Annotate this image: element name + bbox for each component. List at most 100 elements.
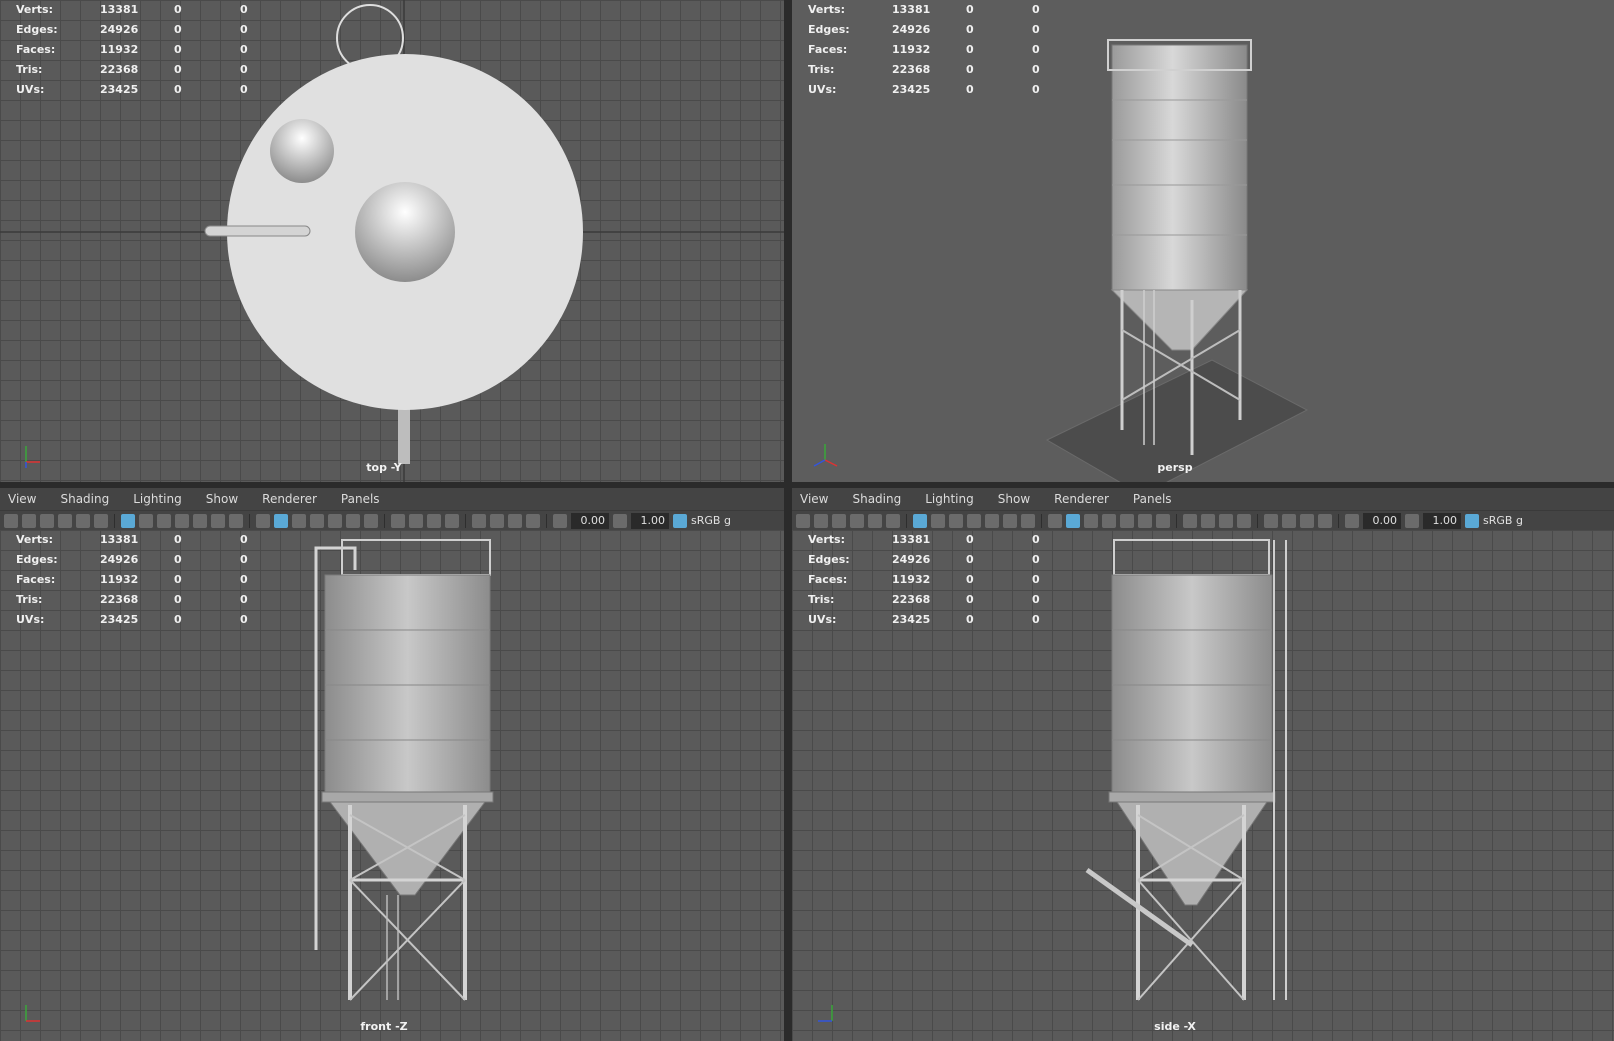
motion-blur-icon[interactable] (409, 513, 423, 528)
stat-value: 0 (174, 613, 182, 626)
menu-panels[interactable]: Panels (1131, 492, 1174, 506)
stat-row: Verts: 13381 0 0 (808, 530, 1072, 550)
gamma-icon[interactable] (613, 513, 627, 528)
safe-action-icon[interactable] (211, 513, 225, 528)
ambient-occlusion-icon[interactable] (391, 513, 405, 528)
gamma-field[interactable]: 1.00 (631, 512, 669, 529)
2d-pan-zoom-icon[interactable] (868, 513, 882, 528)
stat-value: 0 (240, 593, 248, 606)
2d-pan-zoom-icon[interactable] (76, 513, 90, 528)
xray-icon[interactable] (490, 513, 504, 528)
camera-attributes-icon[interactable] (814, 513, 828, 528)
exposure-icon[interactable] (1345, 513, 1359, 528)
wireframe-on-shaded-icon[interactable] (1102, 513, 1116, 528)
xray-joints-icon[interactable] (508, 513, 522, 528)
menu-lighting[interactable]: Lighting (131, 492, 184, 506)
stat-row: UVs: 23425 0 0 (808, 610, 1072, 630)
isolate-select-icon[interactable] (472, 513, 486, 528)
backface-culling-icon[interactable] (1318, 513, 1332, 528)
ambient-occlusion-icon[interactable] (1183, 513, 1197, 528)
resolution-gate-icon[interactable] (157, 513, 171, 528)
resolution-gate-icon[interactable] (949, 513, 963, 528)
bookmark-icon[interactable] (832, 513, 846, 528)
xray-joints-icon[interactable] (1300, 513, 1314, 528)
persp-viewport[interactable]: Verts: 13381 0 0 Edges: 24926 0 0 Faces: 11932 0… (792, 0, 1614, 482)
menu-renderer[interactable]: Renderer (260, 492, 319, 506)
color-space-label[interactable]: sRGB g (1483, 514, 1523, 527)
safe-title-icon[interactable] (229, 513, 243, 528)
isolate-select-icon[interactable] (1264, 513, 1278, 528)
safe-title-icon[interactable] (1021, 513, 1035, 528)
menu-panels[interactable]: Panels (339, 492, 382, 506)
toolbar-separator (1176, 513, 1177, 528)
gate-mask-icon[interactable] (967, 513, 981, 528)
depth-of-field-icon[interactable] (445, 513, 459, 528)
bookmark-icon[interactable] (40, 513, 54, 528)
film-gate-icon[interactable] (931, 513, 945, 528)
default-material-icon[interactable] (292, 513, 306, 528)
color-management-icon[interactable] (1465, 513, 1479, 528)
gamma-icon[interactable] (1405, 513, 1419, 528)
smooth-shade-icon[interactable] (1066, 513, 1080, 528)
textured-icon[interactable] (328, 513, 342, 528)
shadows-icon[interactable] (1156, 513, 1170, 528)
menu-renderer[interactable]: Renderer (1052, 492, 1111, 506)
stat-value: 13381 (100, 3, 139, 16)
motion-blur-icon[interactable] (1201, 513, 1215, 528)
anti-aliasing-icon[interactable] (1219, 513, 1233, 528)
lights-icon[interactable] (1138, 513, 1152, 528)
exposure-field[interactable]: 0.00 (1363, 512, 1401, 529)
wireframe-on-shaded-icon[interactable] (310, 513, 324, 528)
stat-value: 0 (966, 553, 974, 566)
depth-of-field-icon[interactable] (1237, 513, 1251, 528)
lights-icon[interactable] (346, 513, 360, 528)
shadows-icon[interactable] (364, 513, 378, 528)
grid-icon[interactable] (121, 513, 135, 528)
wireframe-icon[interactable] (256, 513, 270, 528)
menu-shading[interactable]: Shading (58, 492, 111, 506)
image-plane-icon[interactable] (58, 513, 72, 528)
stat-label: UVs: (808, 83, 837, 96)
menu-view[interactable]: View (798, 492, 830, 506)
default-material-icon[interactable] (1084, 513, 1098, 528)
backface-culling-icon[interactable] (526, 513, 540, 528)
anti-aliasing-icon[interactable] (427, 513, 441, 528)
film-gate-icon[interactable] (139, 513, 153, 528)
top-viewport[interactable]: Verts: 13381 0 0 Edges: 24926 0 0 Faces: 11932 0… (0, 0, 784, 482)
menu-show[interactable]: Show (204, 492, 240, 506)
camera-attributes-icon[interactable] (22, 513, 36, 528)
smooth-shade-icon[interactable] (274, 513, 288, 528)
menu-shading[interactable]: Shading (850, 492, 903, 506)
grease-pencil-icon[interactable] (886, 513, 900, 528)
select-camera-icon[interactable] (4, 513, 18, 528)
wireframe-icon[interactable] (1048, 513, 1062, 528)
menu-show[interactable]: Show (996, 492, 1032, 506)
grid-icon[interactable] (913, 513, 927, 528)
stat-row: Verts: 13381 0 0 (16, 0, 280, 20)
field-chart-icon[interactable] (985, 513, 999, 528)
stat-value: 0 (174, 43, 182, 56)
toolbar-separator (384, 513, 385, 528)
grease-pencil-icon[interactable] (94, 513, 108, 528)
select-camera-icon[interactable] (796, 513, 810, 528)
stat-value: 0 (174, 553, 182, 566)
gamma-field[interactable]: 1.00 (1423, 512, 1461, 529)
front-viewport[interactable]: Verts: 13381 0 0 Edges: 24926 0 0 Faces: 11932 0… (0, 530, 784, 1041)
textured-icon[interactable] (1120, 513, 1134, 528)
xray-icon[interactable] (1282, 513, 1296, 528)
exposure-icon[interactable] (553, 513, 567, 528)
color-space-label[interactable]: sRGB g (691, 514, 731, 527)
gate-mask-icon[interactable] (175, 513, 189, 528)
field-chart-icon[interactable] (193, 513, 207, 528)
vertical-splitter[interactable] (784, 0, 792, 1041)
menu-lighting[interactable]: Lighting (923, 492, 976, 506)
exposure-field[interactable]: 0.00 (571, 512, 609, 529)
color-management-icon[interactable] (673, 513, 687, 528)
stat-value: 0 (966, 43, 974, 56)
stat-value: 0 (1032, 23, 1040, 36)
side-viewport[interactable]: Verts: 13381 0 0 Edges: 24926 0 0 Faces: 11932 0… (792, 530, 1614, 1041)
stat-row: Edges: 24926 0 0 (16, 20, 280, 40)
safe-action-icon[interactable] (1003, 513, 1017, 528)
image-plane-icon[interactable] (850, 513, 864, 528)
menu-view[interactable]: View (6, 492, 38, 506)
